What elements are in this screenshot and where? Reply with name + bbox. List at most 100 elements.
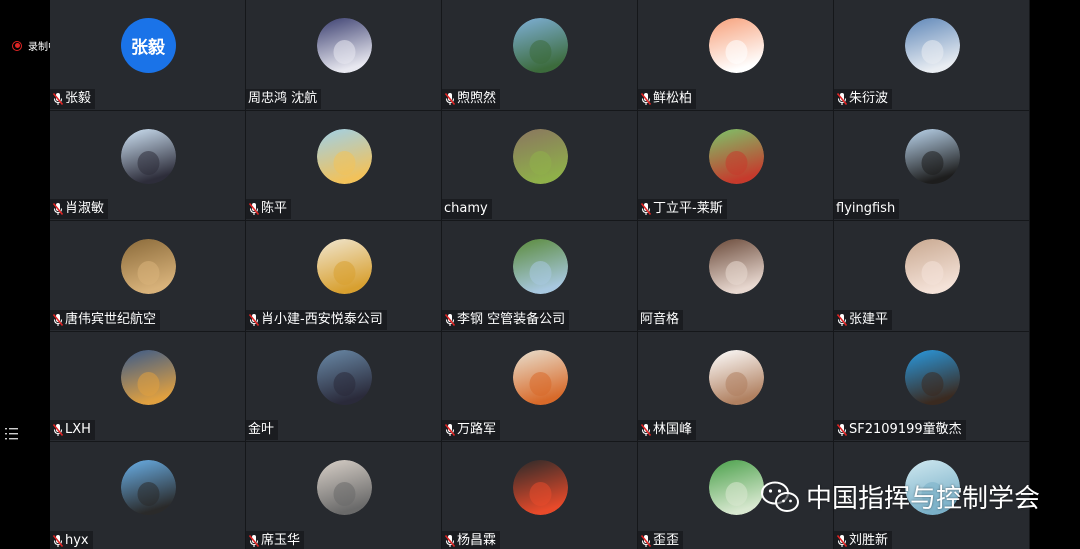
participant-avatar [512, 349, 568, 405]
participant-name-tag: 鲜松柏 [638, 88, 697, 109]
participant-name-tag: 张毅 [50, 88, 96, 109]
participant-tile[interactable]: 煦煦然 [442, 0, 638, 111]
participant-name: 张毅 [65, 90, 92, 106]
participant-name-tag: 歪歪 [638, 530, 684, 549]
participant-name-tag: 阿音格 [638, 309, 684, 330]
participant-name-tag: 席玉华 [246, 530, 305, 549]
avatar-photo [120, 349, 176, 405]
participant-name: 席玉华 [261, 532, 301, 548]
participant-tile[interactable]: 席玉华 [246, 442, 442, 549]
participant-avatar [708, 349, 764, 405]
participant-name: chamy [444, 201, 488, 217]
participant-avatar [316, 128, 372, 184]
participant-avatar [120, 239, 176, 295]
participant-avatar [512, 128, 568, 184]
participant-name-tag: 杨昌霖 [442, 530, 501, 549]
participant-name: 朱衍波 [849, 90, 889, 106]
mic-muted-icon [444, 534, 456, 547]
list-icon[interactable] [5, 427, 18, 441]
participant-tile[interactable]: 李钢 空管装备公司 [442, 221, 638, 332]
mic-muted-icon [640, 92, 652, 105]
participant-avatar [316, 460, 372, 516]
participant-tile[interactable]: 万路军 [442, 331, 638, 443]
participant-tile[interactable]: 张建平 [834, 221, 1030, 332]
participant-tile[interactable]: 朱衍波 [834, 0, 1030, 111]
avatar-photo [904, 128, 960, 184]
participant-name-tag: 万路军 [442, 420, 501, 441]
mic-muted-icon [640, 534, 652, 547]
avatar-photo [904, 349, 960, 405]
participant-avatar [512, 239, 568, 295]
avatar-photo [316, 239, 372, 295]
avatar-photo [708, 349, 764, 405]
participant-name: 阿音格 [640, 311, 680, 327]
participant-name-tag: 丁立平-莱斯 [638, 199, 727, 220]
participant-avatar [904, 18, 960, 73]
participant-name: 金叶 [248, 422, 275, 438]
wechat-watermark: 中国指挥与控制学会 [760, 478, 1040, 515]
participant-tile[interactable]: 周忠鸿 沈航 [246, 0, 442, 111]
participant-avatar [316, 18, 372, 73]
avatar-photo [512, 349, 568, 405]
avatar-photo [120, 460, 176, 516]
mic-muted-icon [444, 92, 456, 105]
participant-name: 杨昌霖 [457, 532, 497, 548]
participant-name: 林国峰 [653, 422, 693, 438]
participant-name-tag: 朱衍波 [834, 88, 893, 109]
participant-name-tag: 李钢 空管装备公司 [442, 309, 570, 330]
avatar-photo [316, 349, 372, 405]
participant-tile[interactable]: 林国峰 [638, 331, 834, 443]
mic-muted-icon [444, 424, 456, 437]
mic-muted-icon [248, 313, 260, 326]
avatar-photo [708, 128, 764, 184]
participant-name: 陈平 [261, 201, 288, 217]
participant-name-tag: 肖小建-西安悦泰公司 [246, 309, 387, 330]
participant-tile[interactable]: LXH [50, 331, 246, 443]
participant-name: flyingfish [836, 201, 896, 217]
participant-tile[interactable]: 张毅 张毅 [50, 0, 246, 111]
participant-tile[interactable]: 阿音格 [638, 221, 834, 332]
participant-tile[interactable]: 肖小建-西安悦泰公司 [246, 221, 442, 332]
participant-tile[interactable]: flyingfish [834, 110, 1030, 222]
participant-name-tag: 唐伟宾世纪航空 [50, 309, 161, 330]
avatar-photo [708, 18, 764, 73]
participant-name-tag: 煦煦然 [442, 88, 501, 109]
avatar-photo [512, 18, 568, 73]
participant-tile[interactable]: 丁立平-莱斯 [638, 110, 834, 222]
participant-tile[interactable]: hyx [50, 442, 246, 549]
avatar-photo [904, 18, 960, 73]
participant-avatar [316, 349, 372, 405]
participant-tile[interactable]: 杨昌霖 [442, 442, 638, 549]
participant-name: 刘胜新 [849, 532, 889, 548]
participant-name-tag: LXH [50, 420, 95, 441]
mic-muted-icon [640, 203, 652, 216]
participant-name: 万路军 [457, 422, 497, 438]
watermark-text: 中国指挥与控制学会 [806, 484, 1041, 514]
avatar-photo [512, 239, 568, 295]
participant-avatar [904, 128, 960, 184]
participant-avatar: 张毅 [120, 18, 176, 73]
participant-avatar [512, 460, 568, 516]
participant-tile[interactable]: chamy [442, 110, 638, 222]
participant-tile[interactable]: SF2109199童敬杰 [834, 331, 1030, 443]
participant-name-tag: flyingfish [834, 199, 900, 220]
participant-avatar [708, 18, 764, 73]
participant-name-tag: 陈平 [246, 199, 292, 220]
participant-name: LXH [65, 422, 91, 438]
participant-name-tag: 周忠鸿 沈航 [246, 88, 322, 109]
mic-muted-icon [52, 424, 64, 437]
avatar-photo [708, 460, 764, 516]
participant-tile[interactable]: 陈平 [246, 110, 442, 222]
avatar-photo [512, 460, 568, 516]
participant-tile[interactable]: 金叶 [246, 331, 442, 443]
mic-muted-icon [248, 534, 260, 547]
mic-muted-icon [52, 92, 64, 105]
participant-name: 肖小建-西安悦泰公司 [261, 311, 383, 327]
participant-name: 李钢 空管装备公司 [457, 311, 566, 327]
mic-muted-icon [444, 313, 456, 326]
participant-name-tag: 刘胜新 [834, 530, 893, 549]
participant-tile[interactable]: 鲜松柏 [638, 0, 834, 111]
participant-tile[interactable]: 唐伟宾世纪航空 [50, 221, 246, 332]
participant-name-tag: 林国峰 [638, 420, 697, 441]
participant-tile[interactable]: 肖淑敏 [50, 110, 246, 222]
